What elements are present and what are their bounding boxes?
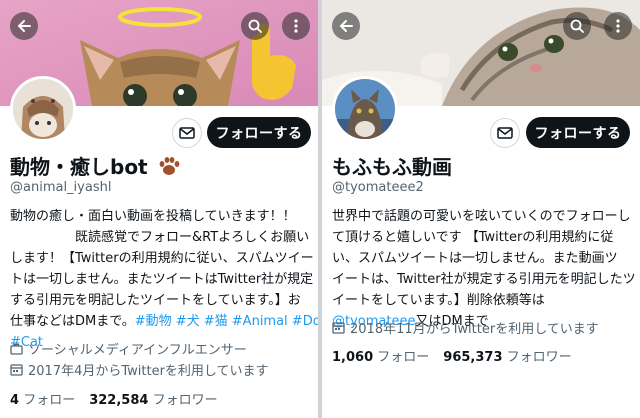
avatar-image <box>335 79 395 139</box>
profile-panel-left: フォローする 動物・癒しbot @animal_iyashl 動物の癒し・面白い… <box>0 0 318 418</box>
bio-line: 動物の癒し・面白い動画を投稿していきます！！ <box>10 206 312 227</box>
bio-text: 既読感覚でフォロー&RTよろしくお願い <box>10 230 310 245</box>
followers-count: 965,373 <box>443 350 503 365</box>
bio-line: い、スパムツイートは一切しません。また動画ツ <box>332 248 634 269</box>
bio-text: 世界中で話題の可愛いを呟いていくのでフォローし <box>332 209 631 224</box>
bio-link[interactable]: #動物 #犬 #猫 #Animal #Dod <box>135 314 318 329</box>
bio-text: い、スパムツイートは一切しません。また動画ツ <box>332 251 618 266</box>
joined-date: 2017年4月からTwitterを利用しています <box>10 360 269 379</box>
paw-icon <box>159 157 179 175</box>
following-link[interactable]: 1,060 フォロー <box>332 350 429 365</box>
followers-link[interactable]: 322,584 フォロワー <box>89 393 217 408</box>
more-vertical-icon <box>616 19 620 33</box>
profile-panel-right: フォローする もふもふ動画 @tyomateee2 世界中で話題の可愛いを呟いて… <box>322 0 640 418</box>
search-button[interactable] <box>241 12 269 40</box>
avatar-image <box>13 79 73 139</box>
bio-line: イートをしています。】削除依頼等は <box>332 290 634 311</box>
more-button[interactable] <box>604 12 632 40</box>
bio-line: て頂けると嬉しいです 【Twitterの利用規約に従 <box>332 227 634 248</box>
arrow-left-icon <box>339 20 353 32</box>
bio-line: 世界中で話題の可愛いを呟いていくのでフォローし <box>332 206 634 227</box>
follow-button[interactable]: フォローする <box>526 117 630 148</box>
following-count: 1,060 <box>332 350 374 365</box>
joined-text: 2018年11月からTwitterを利用しています <box>350 322 599 337</box>
calendar-icon <box>10 364 23 376</box>
follow-stats: 1,060 フォロー 965,373 フォロワー <box>332 346 572 365</box>
display-name: もふもふ動画 <box>332 155 452 179</box>
back-button[interactable] <box>10 12 38 40</box>
joined-date: 2018年11月からTwitterを利用しています <box>332 318 599 337</box>
search-icon <box>570 19 584 33</box>
bio-line: トは一切しません。またツイートはTwitter社が規定 <box>10 269 314 290</box>
bio-line: します！【Twitterの利用規約に従い、スパムツイー <box>10 248 314 269</box>
briefcase-icon <box>10 343 23 355</box>
bio-text: イートをしています。】削除依頼等は <box>332 293 545 308</box>
bio-text: します！【Twitterの利用規約に従い、スパムツイー <box>10 251 314 266</box>
back-button[interactable] <box>332 12 360 40</box>
followers-label: フォロワー <box>506 350 572 365</box>
profile-bio: 世界中で話題の可愛いを呟いていくのでフォローし て頂けると嬉しいです 【Twitt… <box>332 206 636 332</box>
more-button[interactable] <box>282 12 310 40</box>
bio-text: 仕事などはDMまで。 <box>10 314 135 329</box>
followers-count: 322,584 <box>89 393 149 408</box>
profile-bio: 動物の癒し・面白い動画を投稿していきます！！ 既読感覚でフォロー&RTよろしくお… <box>10 206 318 353</box>
following-link[interactable]: 4 フォロー <box>10 393 75 408</box>
mail-icon <box>497 127 513 139</box>
bio-line: 仕事などはDMまで。#動物 #犬 #猫 #Animal #Dod <box>10 311 318 332</box>
search-icon <box>248 19 262 33</box>
bio-text: て頂けると嬉しいです 【Twitterの利用規約に従 <box>332 230 614 245</box>
avatar[interactable] <box>10 76 76 142</box>
following-label: フォロー <box>23 393 76 408</box>
avatar[interactable] <box>332 76 398 142</box>
followers-label: フォロワー <box>152 393 218 408</box>
bio-line: イートは、Twitter社が規定する引用元を明記したツ <box>332 269 636 290</box>
message-button[interactable] <box>490 118 520 148</box>
bio-text: イートは、Twitter社が規定する引用元を明記したツ <box>332 272 636 287</box>
user-handle: @tyomateee2 <box>332 180 424 195</box>
user-handle: @animal_iyashl <box>10 180 112 195</box>
arrow-left-icon <box>17 20 31 32</box>
bio-line: 既読感覚でフォロー&RTよろしくお願い <box>10 227 312 248</box>
search-button[interactable] <box>563 12 591 40</box>
bio-text: する引用元を明記したツイートをしています。】お <box>10 293 301 308</box>
bio-line: する引用元を明記したツイートをしています。】お <box>10 290 312 311</box>
calendar-icon <box>332 322 345 334</box>
message-button[interactable] <box>172 118 202 148</box>
category-text: ソーシャルメディアインフルエンサー <box>28 343 247 358</box>
followers-link[interactable]: 965,373 フォロワー <box>443 350 571 365</box>
following-count: 4 <box>10 393 20 408</box>
joined-text: 2017年4月からTwitterを利用しています <box>28 364 269 379</box>
mail-icon <box>179 127 195 139</box>
display-name-text: 動物・癒しbot <box>10 155 148 179</box>
bio-text: トは一切しません。またツイートはTwitter社が規定 <box>10 272 314 287</box>
follow-button[interactable]: フォローする <box>207 117 311 148</box>
follow-stats: 4 フォロー 322,584 フォロワー <box>10 389 218 408</box>
profile-category: ソーシャルメディアインフルエンサー <box>10 339 247 358</box>
following-label: フォロー <box>377 350 430 365</box>
more-vertical-icon <box>294 19 298 33</box>
bio-text: 動物の癒し・面白い動画を投稿していきます！！ <box>10 209 296 224</box>
display-name: 動物・癒しbot <box>10 151 180 180</box>
